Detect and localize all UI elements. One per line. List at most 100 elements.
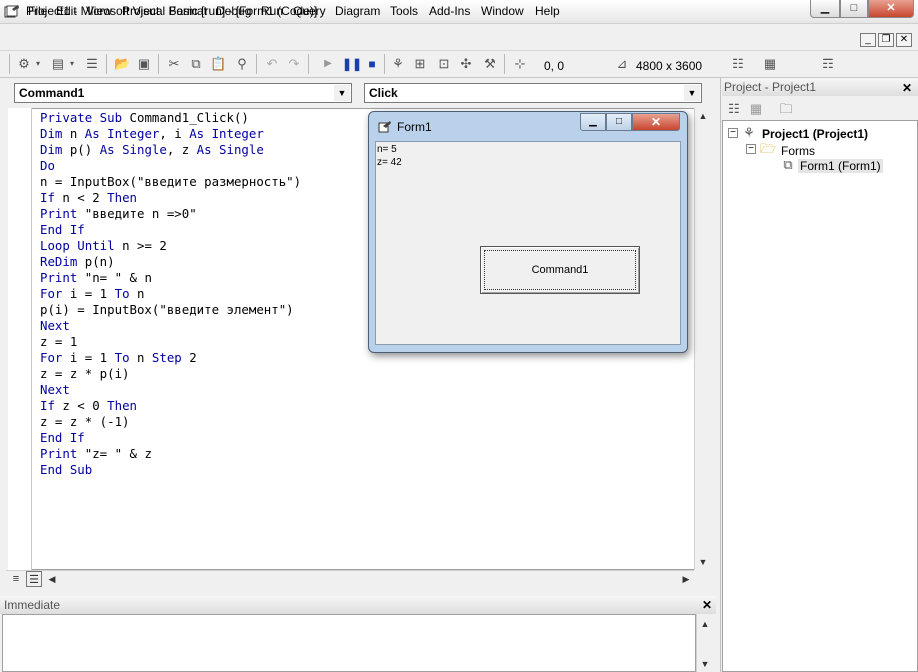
form1-close-button[interactable]: ✕	[632, 113, 680, 131]
scroll-up-icon[interactable]: ▲	[697, 616, 713, 632]
toolbar-grip[interactable]	[9, 54, 10, 74]
chevron-down-icon[interactable]: ▼	[684, 85, 700, 101]
toolbox-icon[interactable]: ⚒	[482, 56, 498, 72]
code-line[interactable]: If z < 0 Then	[40, 398, 137, 414]
full-module-view-icon[interactable]: ☰	[26, 571, 42, 587]
menu-diagram[interactable]: Diagram	[335, 4, 380, 18]
add-form-dropdown-icon[interactable]: ▾	[68, 56, 76, 72]
code-line[interactable]: Print "введите n =>0"	[40, 206, 197, 222]
collapse-forms-icon[interactable]: −	[746, 144, 756, 154]
mdi-close-button[interactable]: ✕	[896, 33, 912, 47]
open-icon[interactable]: 📂	[114, 56, 130, 72]
form1-minimize-button[interactable]: ▁	[580, 113, 606, 131]
menu-format[interactable]: Format	[169, 4, 207, 18]
code-line[interactable]: End If	[40, 222, 85, 238]
immediate-scrollbar[interactable]: ▲ ▼	[696, 614, 713, 672]
code-line[interactable]: Dim n As Integer, i As Integer	[40, 126, 264, 142]
scroll-down-icon[interactable]: ▼	[695, 554, 711, 570]
start-icon[interactable]: ▶	[320, 56, 336, 72]
properties-icon[interactable]: ⊞	[412, 56, 428, 72]
mdi-minimize-button[interactable]: _	[860, 33, 876, 47]
toggle-folders-icon[interactable]: 🗀	[778, 101, 794, 117]
add-project-icon[interactable]: ⚙	[16, 56, 32, 72]
code-line[interactable]: Print "n= " & n	[40, 270, 152, 286]
procedure-combo[interactable]: Click ▼	[364, 83, 702, 103]
cut-icon[interactable]: ✂	[166, 56, 182, 72]
tree-form1[interactable]: Form1 (Form1)	[798, 159, 883, 173]
object-combo[interactable]: Command1 ▼	[14, 83, 352, 103]
project-tree[interactable]	[722, 120, 918, 672]
code-line[interactable]: ReDim p(n)	[40, 254, 115, 270]
code-window-icon[interactable]	[6, 4, 20, 18]
add-project-dropdown-icon[interactable]: ▾	[34, 56, 42, 72]
code-vertical-scrollbar[interactable]: ▲ ▼	[694, 108, 711, 570]
scroll-down-icon[interactable]: ▼	[697, 656, 713, 672]
immediate-pane[interactable]	[2, 614, 696, 672]
add-form-icon[interactable]: ▤	[50, 56, 66, 72]
menu-project[interactable]: Project	[122, 4, 159, 18]
menu-add-ins[interactable]: Add-Ins	[429, 4, 470, 18]
form-icon[interactable]	[378, 120, 392, 134]
find-icon[interactable]: ⚲	[234, 56, 250, 72]
menu-window[interactable]: Window	[481, 4, 524, 18]
menu-tools[interactable]: Tools	[390, 4, 418, 18]
code-line[interactable]: If n < 2 Then	[40, 190, 137, 206]
scroll-left-icon[interactable]: ◀	[44, 571, 60, 587]
end-icon[interactable]: ■	[364, 56, 380, 72]
tree-project-root[interactable]: Project1 (Project1)	[762, 127, 868, 141]
view-object-icon[interactable]: ▦	[762, 56, 778, 72]
code-line[interactable]: For i = 1 To n Step 2	[40, 350, 197, 366]
undo-icon[interactable]: ↶	[264, 56, 280, 72]
tree-forms-folder[interactable]: Forms	[781, 144, 815, 158]
scroll-right-icon[interactable]: ▶	[678, 571, 694, 587]
maximize-button[interactable]: □	[840, 0, 868, 18]
code-line[interactable]: z = 1	[40, 334, 77, 350]
paste-icon[interactable]: 📋	[210, 56, 226, 72]
project-close-icon[interactable]: ✕	[900, 81, 914, 95]
code-line[interactable]: Private Sub Command1_Click()	[40, 110, 249, 126]
menu-view[interactable]: View	[86, 4, 112, 18]
menu-help[interactable]: Help	[535, 4, 560, 18]
code-line[interactable]: Next	[40, 318, 70, 334]
scroll-up-icon[interactable]: ▲	[695, 108, 711, 124]
menu-debug[interactable]: Debug	[216, 4, 251, 18]
minimize-button[interactable]: ▁	[810, 0, 840, 18]
code-line[interactable]: n = InputBox("введите размерность")	[40, 174, 301, 190]
code-line[interactable]: z = z * p(i)	[40, 366, 130, 382]
code-line[interactable]: p(i) = InputBox("введите элемент")	[40, 302, 294, 318]
project-explorer-icon[interactable]: ⚘	[390, 56, 406, 72]
toggle-folders-icon[interactable]: ☶	[820, 56, 836, 72]
view-code-icon[interactable]: ☷	[730, 56, 746, 72]
break-icon[interactable]: ❚❚	[342, 56, 362, 72]
code-line[interactable]: Dim p() As Single, z As Single	[40, 142, 264, 158]
code-horizontal-scrollbar[interactable]: ≡ ☰ ◀ ▶	[6, 570, 694, 587]
form1-maximize-button[interactable]: □	[606, 113, 632, 131]
code-line[interactable]: Next	[40, 382, 70, 398]
menu-query[interactable]: Query	[293, 4, 326, 18]
form-layout-icon[interactable]: ⊡	[436, 56, 452, 72]
menu-run[interactable]: Run	[261, 4, 283, 18]
code-line[interactable]: Print "z= " & z	[40, 446, 152, 462]
menu-file[interactable]: File	[28, 4, 47, 18]
code-line[interactable]: Loop Until n >= 2	[40, 238, 167, 254]
view-code-icon[interactable]: ☷	[726, 101, 742, 117]
view-object-icon[interactable]: ▦	[748, 101, 764, 117]
collapse-project-icon[interactable]: −	[728, 128, 738, 138]
code-line[interactable]: z = z * (-1)	[40, 414, 130, 430]
object-browser-icon[interactable]: ✣	[458, 56, 474, 72]
procedure-view-icon[interactable]: ≡	[8, 571, 24, 587]
code-line[interactable]: End If	[40, 430, 85, 446]
code-margin[interactable]	[8, 108, 32, 570]
mdi-restore-button[interactable]: ❐	[878, 33, 894, 47]
redo-icon[interactable]: ↷	[286, 56, 302, 72]
menu-editor-icon[interactable]: ☰	[84, 56, 100, 72]
code-line[interactable]: For i = 1 To n	[40, 286, 144, 302]
close-button[interactable]: ✕	[868, 0, 914, 18]
copy-icon[interactable]: ⧉	[188, 56, 204, 72]
menu-edit[interactable]: Edit	[56, 4, 77, 18]
chevron-down-icon[interactable]: ▼	[334, 85, 350, 101]
code-line[interactable]: End Sub	[40, 462, 92, 478]
immediate-close-icon[interactable]: ✕	[700, 598, 714, 612]
code-line[interactable]: Do	[40, 158, 55, 174]
save-icon[interactable]: ▣	[136, 56, 152, 72]
